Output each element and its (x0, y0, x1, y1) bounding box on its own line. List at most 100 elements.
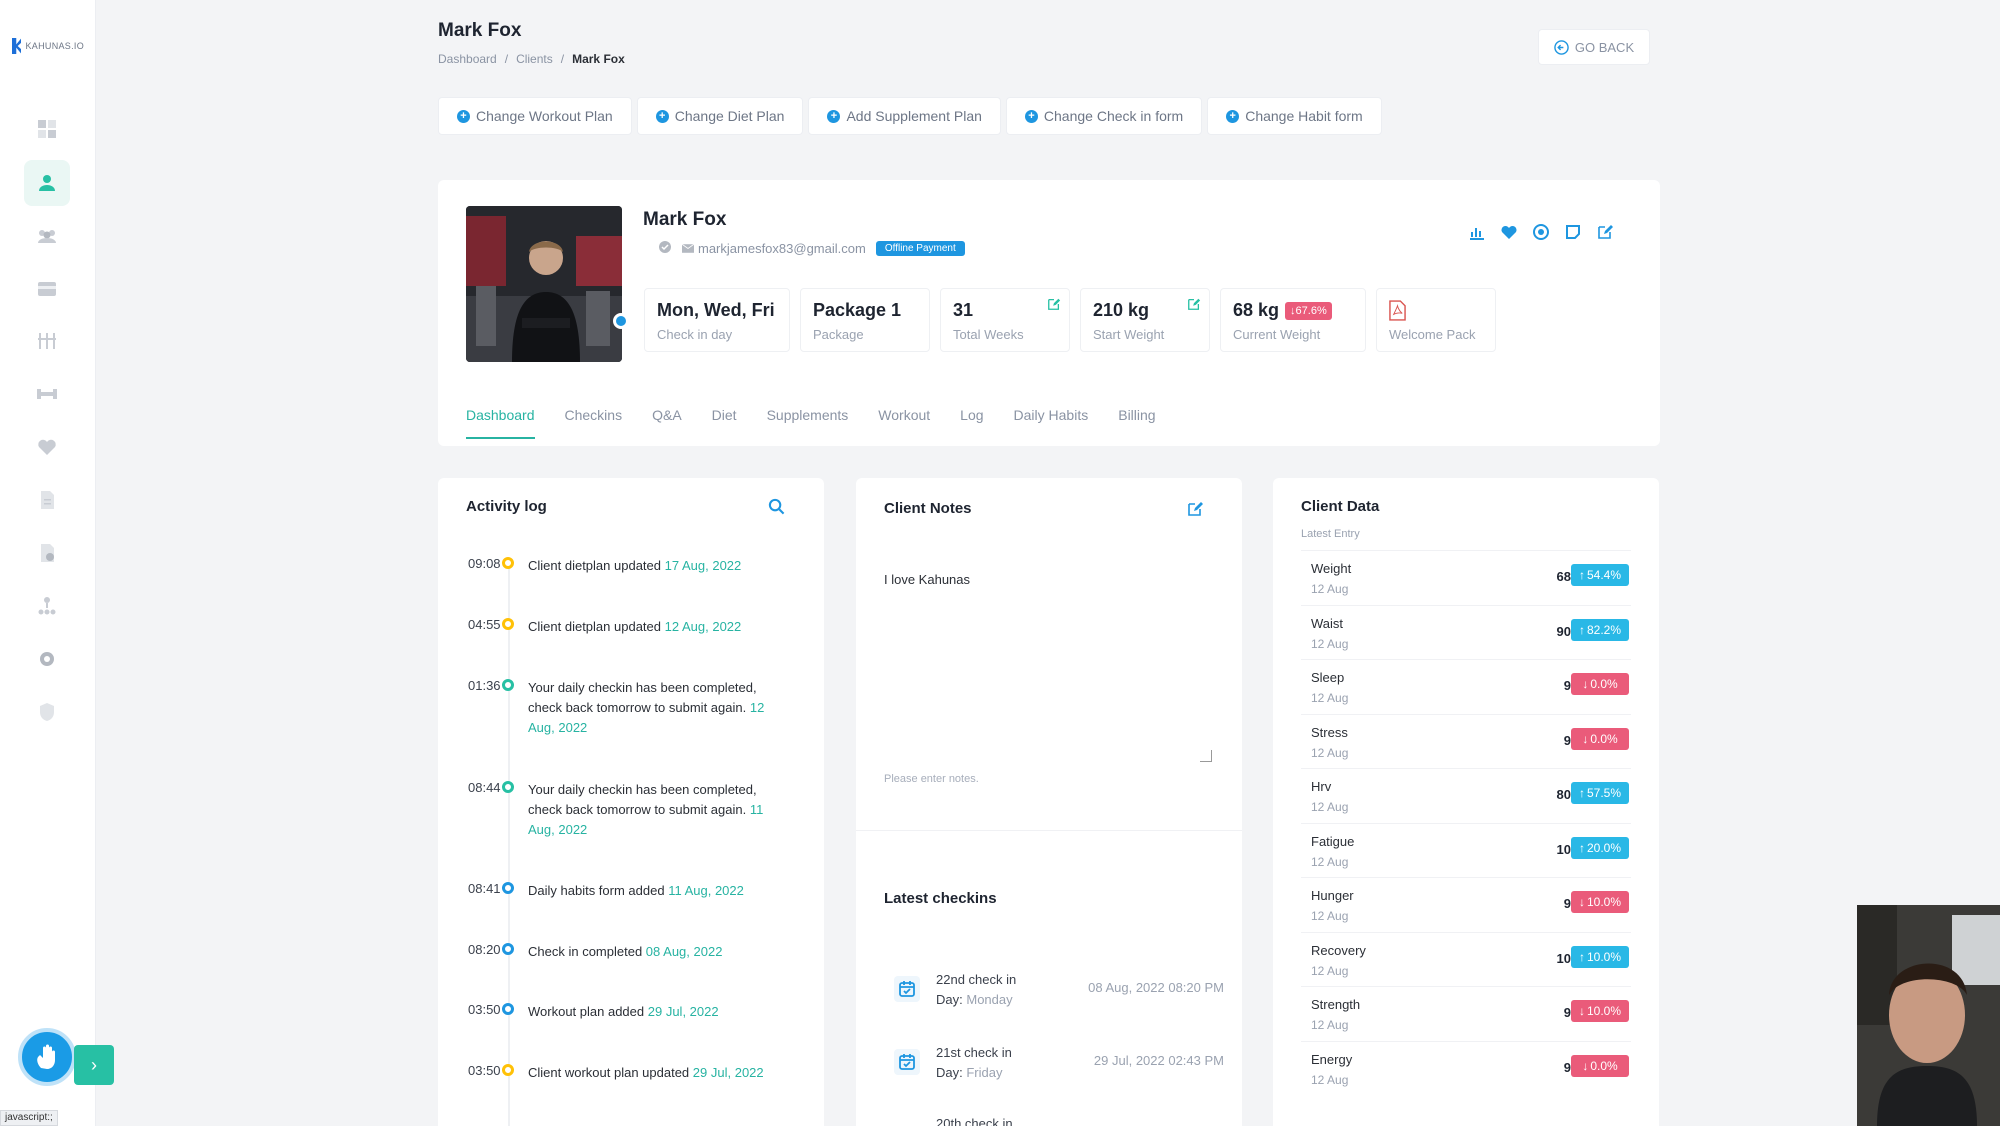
stat-value-row: 68 kg ↓67.6% (1233, 300, 1353, 321)
change-diet-plan-button[interactable]: + Change Diet Plan (636, 97, 804, 135)
note-icon[interactable] (1564, 223, 1582, 241)
edit-weeks-icon[interactable] (1047, 297, 1061, 316)
tab-workout[interactable]: Workout (878, 407, 930, 439)
status-bar: javascript:; (0, 1110, 58, 1126)
tab-log[interactable]: Log (960, 407, 983, 439)
bar-chart-icon[interactable] (1468, 223, 1486, 241)
sidebar-item-faq[interactable] (24, 530, 70, 576)
entry-text: Client workout plan updated 29 Jul, 2022 (528, 1063, 788, 1083)
card-icon (38, 282, 56, 296)
button-label: Change Diet Plan (674, 108, 785, 124)
sidebar-item-team[interactable] (24, 583, 70, 629)
entry-message: Your daily checkin has been completed, c… (528, 680, 757, 715)
fork-knife-icon (38, 333, 56, 349)
profile-name: Mark Fox (643, 209, 727, 230)
go-back-label: GO BACK (1574, 39, 1635, 55)
stat-checkin-day: Mon, Wed, Fri Check in day (644, 288, 790, 352)
timeline-dot (502, 781, 514, 793)
sidebar-item-settings[interactable] (24, 636, 70, 682)
chat-help-button[interactable] (18, 1028, 76, 1086)
change-checkin-form-button[interactable]: + Change Check in form (1005, 97, 1203, 135)
metric-change-value: 54.4% (1586, 568, 1622, 582)
metric-change-value: 10.0% (1586, 895, 1622, 909)
app-logo[interactable]: KAHUNAS.IO (12, 36, 84, 56)
tab-daily-habits[interactable]: Daily Habits (1014, 407, 1089, 439)
sidebar-item-workouts[interactable] (24, 371, 70, 417)
entry-date: 12 Aug, 2022 (664, 619, 742, 634)
entry-message: Client dietplan updated (528, 619, 661, 634)
textarea-resize-handle[interactable] (1200, 750, 1212, 762)
metric-date: 12 Aug (1311, 745, 1349, 760)
notes-helper-text: Please enter notes. (884, 773, 979, 785)
tab-billing[interactable]: Billing (1118, 407, 1155, 439)
timeline-dot (502, 882, 514, 894)
weight-change-value: 67.6% (1295, 304, 1327, 317)
metric-value: 10 (1556, 950, 1571, 966)
mail-icon (681, 241, 695, 256)
edit-start-weight-icon[interactable] (1187, 297, 1201, 316)
tab-diet[interactable]: Diet (712, 407, 737, 439)
entry-message: Workout plan added (528, 1004, 645, 1019)
checkin-datetime: 08 Aug, 2022 08:20 PM (1088, 980, 1224, 995)
entry-date: 29 Jul, 2022 (692, 1065, 764, 1080)
grid-icon (38, 120, 56, 138)
client-data-row: Strength 12 Aug 9 ↓ 10.0% (1301, 986, 1631, 1040)
sidebar-item-forms[interactable] (24, 477, 70, 523)
metric-change-value: 20.0% (1586, 840, 1622, 855)
notes-textarea[interactable]: I love Kahunas (884, 572, 970, 587)
timeline-dot (502, 618, 514, 630)
tab-supplements[interactable]: Supplements (767, 407, 849, 439)
button-label: Change Workout Plan (476, 108, 613, 124)
sidebar-item-habits[interactable] (24, 424, 70, 470)
metric-change-badge: ↑ 54.4% (1571, 564, 1629, 586)
metric-name: Stress (1311, 724, 1348, 740)
edit-notes-icon[interactable] (1186, 500, 1204, 523)
go-back-button[interactable]: GO BACK (1538, 29, 1650, 65)
tab-qa[interactable]: Q&A (652, 407, 682, 439)
change-workout-plan-button[interactable]: + Change Workout Plan (438, 97, 632, 135)
metric-name: Fatigue (1311, 833, 1355, 849)
stat-total-weeks: 31 Total Weeks (940, 288, 1070, 352)
checkin-text: 21st check in Day: Friday (936, 1043, 1012, 1083)
metric-change-badge: ↓ 0.0% (1571, 1054, 1629, 1077)
shield-icon (40, 703, 54, 721)
metric-change-value: 10.0% (1586, 949, 1622, 964)
weight-change-badge: ↓67.6% (1285, 301, 1332, 320)
calendar-check-icon (894, 1049, 920, 1075)
breadcrumb-clients[interactable]: Clients (516, 52, 553, 66)
search-icon[interactable] (768, 498, 785, 520)
sidebar-item-nutrition[interactable] (24, 318, 70, 364)
entry-time: 08:20 (468, 942, 501, 957)
dumbbell-icon (37, 389, 57, 399)
payment-badge: Offline Payment (875, 241, 965, 256)
tab-checkins[interactable]: Checkins (565, 407, 623, 439)
entry-text: Daily habits form added 11 Aug, 2022 (528, 881, 788, 901)
metric-change-value: 57.5% (1586, 786, 1622, 800)
expand-chat-button[interactable]: › (74, 1045, 114, 1085)
edit-icon[interactable] (1596, 223, 1614, 241)
stat-welcome-pack[interactable]: Welcome Pack (1376, 288, 1496, 352)
stat-value: 210 kg (1093, 300, 1150, 320)
timeline-dot (502, 557, 514, 569)
profile-email[interactable]: markjamesfox83@gmail.com (698, 241, 866, 256)
sidebar-item-security[interactable] (24, 689, 70, 735)
sidebar-item-dashboard[interactable] (24, 106, 70, 152)
button-label: Change Check in form (1043, 108, 1184, 124)
breadcrumb-dashboard[interactable]: Dashboard (438, 52, 497, 66)
sidebar-item-groups[interactable] (24, 213, 70, 259)
metric-change-badge: ↓ 0.0% (1571, 727, 1629, 750)
plus-circle-icon: + (1226, 109, 1240, 123)
change-habit-form-button[interactable]: + Change Habit form (1207, 97, 1382, 135)
sidebar-item-clients[interactable] (24, 160, 70, 206)
client-data-row: Sleep 12 Aug 9 ↓ 0.0% (1301, 659, 1631, 713)
sidebar-item-payments[interactable] (24, 266, 70, 312)
add-supplement-plan-button[interactable]: + Add Supplement Plan (808, 97, 1001, 135)
metric-value: 68 (1556, 569, 1571, 584)
tab-dashboard[interactable]: Dashboard (466, 407, 535, 439)
client-data-row: Weight 12 Aug 68 ↑ 54.4% (1301, 550, 1631, 604)
metric-name: Recovery (1311, 942, 1366, 958)
checkin-day-label: Day: (936, 1065, 963, 1080)
target-icon[interactable] (1532, 223, 1550, 241)
heart-icon[interactable] (1500, 223, 1518, 241)
entry-date: 11 Aug, 2022 (668, 883, 744, 898)
